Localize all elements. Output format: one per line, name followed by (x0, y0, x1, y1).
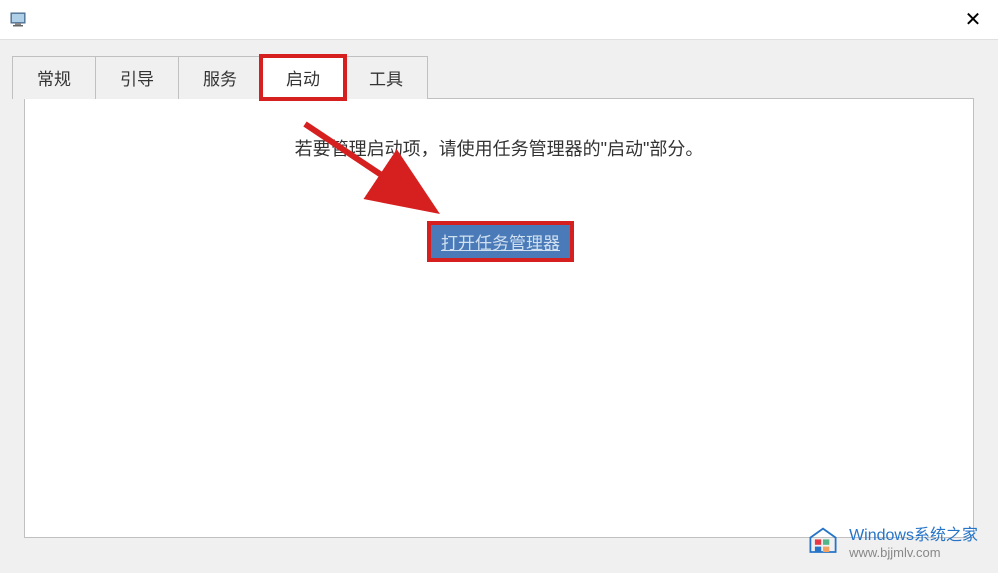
tab-tools[interactable]: 工具 (344, 56, 428, 99)
annotation-arrow (295, 114, 475, 234)
tab-startup[interactable]: 启动 (261, 56, 345, 99)
tabs-container: 常规 引导 服务 启动 工具 若要管理启动项，请使用任务管理器的"启动"部分。 (0, 40, 998, 538)
titlebar: ✕ (0, 0, 998, 40)
open-task-manager-link[interactable]: 打开任务管理器 (431, 225, 570, 258)
tabs: 常规 引导 服务 启动 工具 (12, 56, 986, 99)
startup-info-text: 若要管理启动项，请使用任务管理器的"启动"部分。 (65, 135, 933, 161)
tab-boot[interactable]: 引导 (95, 56, 179, 99)
watermark: Windows系统之家 www.bjjmlv.com (805, 525, 978, 561)
app-icon (8, 10, 28, 30)
content-area: 若要管理启动项，请使用任务管理器的"启动"部分。 打开任务管理器 (24, 98, 974, 538)
close-button[interactable]: ✕ (958, 5, 988, 35)
tab-label: 启动 (286, 70, 320, 89)
watermark-text: Windows系统之家 www.bjjmlv.com (849, 526, 978, 561)
watermark-title: Windows系统之家 (849, 526, 978, 545)
close-icon: ✕ (965, 7, 982, 32)
tab-services[interactable]: 服务 (178, 56, 262, 99)
tab-label: 服务 (203, 70, 237, 89)
tab-label: 引导 (120, 70, 154, 89)
tab-label: 常规 (37, 70, 71, 89)
tab-general[interactable]: 常规 (12, 56, 96, 99)
tab-label: 工具 (369, 70, 403, 89)
link-label: 打开任务管理器 (441, 234, 560, 253)
watermark-url: www.bjjmlv.com (849, 545, 978, 561)
watermark-logo-icon (805, 525, 841, 561)
